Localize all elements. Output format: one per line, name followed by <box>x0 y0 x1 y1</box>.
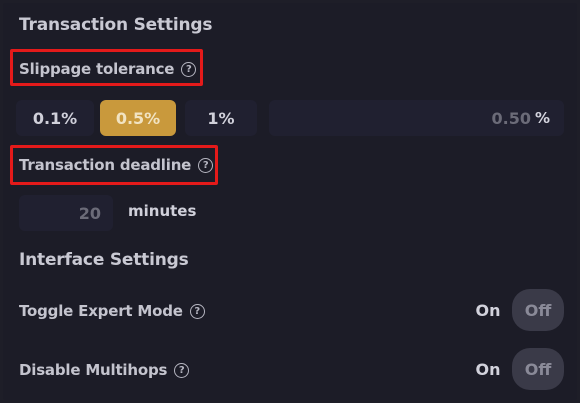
multihops-row: Disable Multihops ? <box>19 361 190 379</box>
expert-mode-off[interactable]: Off <box>512 289 564 331</box>
deadline-unit: minutes <box>128 202 197 220</box>
expert-mode-row: Toggle Expert Mode ? <box>19 302 205 320</box>
settings-panel: Transaction Settings Slippage tolerance … <box>3 3 577 400</box>
disable-multihops-label: Disable Multihops <box>19 361 168 379</box>
slippage-value: 0.50 <box>491 108 531 128</box>
expert-mode-toggle[interactable]: On Off <box>464 289 565 331</box>
slippage-option-1[interactable]: 1% <box>185 100 257 136</box>
question-circle-icon[interactable]: ? <box>198 157 214 173</box>
expert-mode-on[interactable]: On <box>464 301 512 320</box>
multihops-toggle[interactable]: On Off <box>464 348 565 390</box>
slippage-unit: % <box>534 109 550 127</box>
slippage-label-row: Slippage tolerance ? <box>19 60 197 78</box>
slippage-tolerance-label: Slippage tolerance <box>19 60 175 78</box>
slippage-option-0-5[interactable]: 0.5% <box>100 100 176 136</box>
multihops-off[interactable]: Off <box>512 348 564 390</box>
toggle-expert-mode-label: Toggle Expert Mode <box>19 302 183 320</box>
deadline-label-row: Transaction deadline ? <box>19 156 214 174</box>
transaction-settings-title: Transaction Settings <box>19 15 213 35</box>
interface-settings-title: Interface Settings <box>19 250 189 270</box>
question-circle-icon[interactable]: ? <box>189 303 205 319</box>
slippage-option-0-1[interactable]: 0.1% <box>16 100 94 136</box>
transaction-deadline-label: Transaction deadline <box>19 156 192 174</box>
multihops-on[interactable]: On <box>464 360 512 379</box>
question-circle-icon[interactable]: ? <box>181 61 197 77</box>
deadline-input[interactable]: 20 <box>19 195 113 231</box>
slippage-input[interactable]: 0.50 % <box>269 100 564 136</box>
question-circle-icon[interactable]: ? <box>174 362 190 378</box>
